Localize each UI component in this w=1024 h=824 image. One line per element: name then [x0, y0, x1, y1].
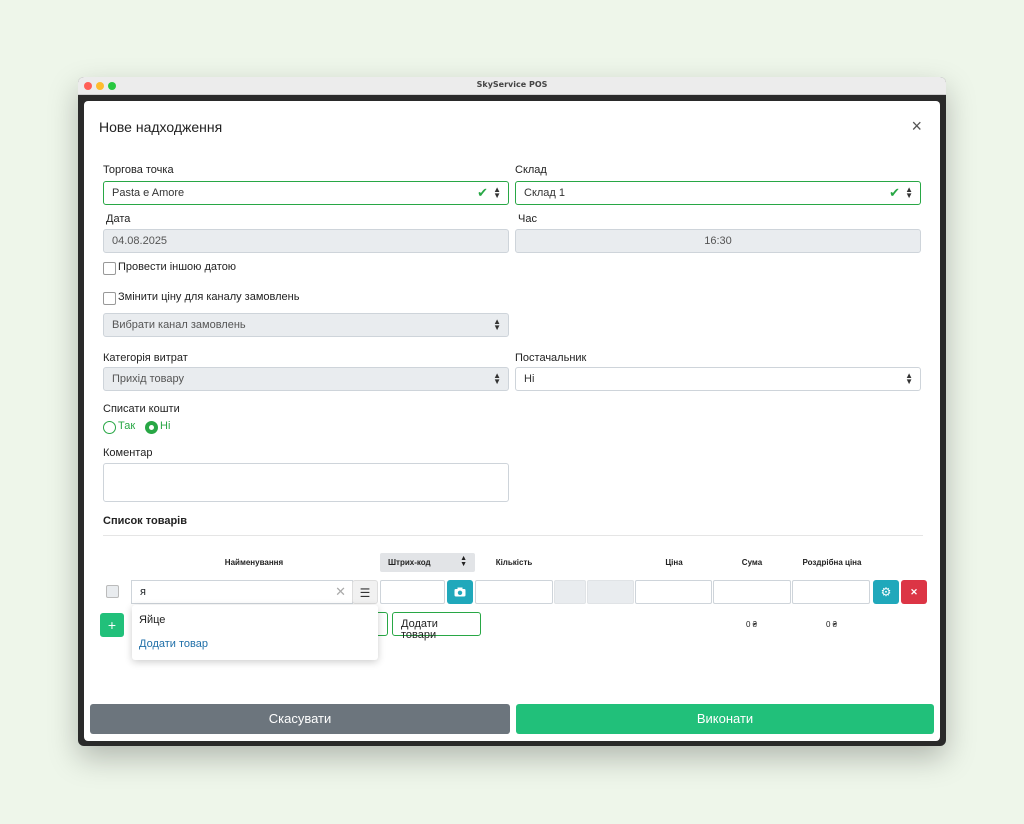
delete-row-icon[interactable]: ✕	[901, 580, 927, 604]
warehouse-select[interactable]: Склад 1 ✔ ▲ ▼	[515, 181, 921, 205]
column-price: Ціна	[665, 558, 683, 567]
submit-button[interactable]: Виконати	[516, 704, 934, 734]
search-value: я	[140, 586, 146, 598]
expense-category-value: Прихід товару	[112, 373, 184, 385]
retail-total: 0 ₴	[826, 620, 838, 629]
app-window: SkyService POS Нове надходження × Торгов…	[78, 77, 946, 746]
time-value: 16:30	[704, 235, 732, 247]
write-off-no-label: Ні	[160, 420, 171, 432]
outlet-value: Pasta e Amore	[112, 187, 185, 199]
expense-category-label: Категорія витрат	[103, 352, 188, 364]
suggestion-item[interactable]: Яйце	[139, 614, 165, 626]
order-channel-select[interactable]: Вибрати канал замовлень ▲ ▼	[103, 313, 509, 337]
column-retail-price: Роздрібна ціна	[802, 558, 862, 567]
comment-label: Коментар	[103, 447, 153, 459]
sort-arrows-icon: ▲ ▼	[493, 371, 501, 386]
warehouse-value: Склад 1	[524, 187, 566, 199]
new-receipt-modal: Нове надходження × Торгова точка Pasta e…	[84, 101, 940, 741]
time-label: Час	[518, 213, 537, 225]
change-price-label: Змінити ціну для каналу замовлень	[118, 291, 300, 303]
supplier-label: Постачальник	[515, 352, 587, 364]
unit-cell	[587, 580, 634, 604]
check-icon: ✔	[889, 185, 900, 200]
camera-icon[interactable]	[447, 580, 473, 604]
supplier-value: Ні	[524, 373, 535, 385]
sort-arrows-icon: ▲ ▼	[905, 371, 913, 386]
modal-header: Нове надходження ×	[84, 101, 940, 153]
sort-arrows-icon: ▲ ▼	[493, 317, 501, 332]
outlet-select[interactable]: Pasta e Amore ✔ ▲ ▼	[103, 181, 509, 205]
date-value: 04.08.2025	[112, 235, 168, 247]
modal-title: Нове надходження	[99, 119, 223, 135]
close-icon[interactable]: ×	[911, 117, 922, 135]
barcode-cell[interactable]	[380, 580, 445, 604]
column-name: Найменування	[224, 558, 284, 567]
other-date-label: Провести іншою датою	[118, 261, 237, 273]
window-title: SkyService POS	[476, 80, 548, 89]
order-channel-placeholder: Вибрати канал замовлень	[112, 319, 246, 331]
sum-cell[interactable]	[713, 580, 791, 604]
sort-arrows-icon: ▲ ▼	[905, 185, 913, 200]
product-suggestions-dropdown: Яйце Додати товар	[132, 605, 378, 660]
warehouse-label: Склад	[515, 164, 547, 176]
comment-textarea[interactable]	[103, 463, 509, 502]
add-product-link[interactable]: Додати товар	[139, 638, 208, 650]
column-sum: Сума	[741, 558, 763, 567]
sum-total: 0 ₴	[746, 620, 758, 629]
list-icon[interactable]: ☰	[352, 580, 378, 604]
divider	[103, 535, 923, 536]
add-products-button[interactable]: Додати товари	[392, 612, 481, 641]
add-row-button[interactable]: +	[100, 613, 124, 637]
column-barcode-label: Штрих-код	[388, 558, 431, 567]
change-price-checkbox[interactable]	[103, 292, 116, 305]
outlet-label: Торгова точка	[103, 164, 174, 176]
write-off-no-radio[interactable]	[145, 421, 158, 434]
write-off-yes-label: Так	[118, 420, 136, 432]
clear-icon[interactable]: ✕	[335, 585, 346, 599]
column-barcode[interactable]: Штрих-код ▲ ▼	[380, 553, 475, 572]
date-label: Дата	[106, 213, 131, 225]
sort-arrows-icon: ▲ ▼	[460, 555, 467, 568]
cancel-button[interactable]: Скасувати	[90, 704, 510, 734]
product-search-input[interactable]: я ✕	[131, 580, 353, 604]
unit-cell	[554, 580, 586, 604]
price-cell[interactable]	[635, 580, 712, 604]
products-title: Список товарів	[103, 515, 187, 527]
sort-arrows-icon: ▲ ▼	[493, 185, 501, 200]
title-bar: SkyService POS	[78, 77, 946, 95]
row-checkbox[interactable]	[106, 585, 119, 598]
quantity-cell[interactable]	[475, 580, 553, 604]
supplier-select[interactable]: Ні ▲ ▼	[515, 367, 921, 391]
write-off-yes-radio[interactable]	[103, 421, 116, 434]
write-off-label: Списати кошти	[103, 403, 180, 415]
time-field[interactable]: 16:30	[515, 229, 921, 253]
retail-price-cell[interactable]	[792, 580, 870, 604]
other-date-checkbox[interactable]	[103, 262, 116, 275]
date-field[interactable]: 04.08.2025	[103, 229, 509, 253]
gear-icon[interactable]: ⚙	[873, 580, 899, 604]
check-icon: ✔	[477, 185, 488, 200]
column-quantity: Кількість	[495, 558, 533, 567]
expense-category-select[interactable]: Прихід товару ▲ ▼	[103, 367, 509, 391]
